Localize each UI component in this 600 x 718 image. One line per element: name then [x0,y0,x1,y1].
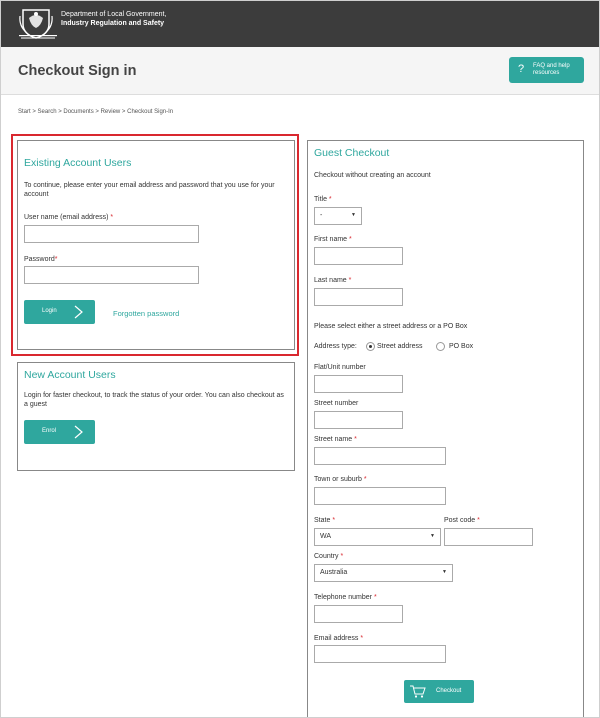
chevron-right-icon [74,425,83,439]
street-number-input[interactable] [315,414,402,431]
page-header: Checkout Sign in ? FAQ and help resource… [1,47,599,95]
town-suburb-input[interactable] [315,490,445,507]
postcode-input[interactable] [445,531,532,548]
page: Department of Local Government, Industry… [0,0,600,718]
flat-unit-label: Flat/Unit number [314,364,366,371]
address-prompt: Please select either a street address or… [314,323,468,330]
last-name-input[interactable] [315,291,402,308]
checkout-button[interactable]: Checkout [404,680,474,703]
flat-unit-input[interactable] [315,378,402,395]
street-name-field[interactable] [314,447,446,467]
title-selected-value: - [320,212,323,219]
email-input[interactable] [315,648,445,665]
postcode-label: Post code * [444,517,480,524]
question-icon: ? [518,63,525,75]
first-name-input[interactable] [315,250,402,267]
faq-help-button[interactable]: ? FAQ and help resources [509,57,584,83]
town-suburb-field[interactable] [314,487,446,507]
po-box-option-label: PO Box [449,343,474,350]
department-line-2: Industry Regulation and Safety [61,20,165,27]
shopping-cart-icon [410,685,426,698]
street-number-label: Street number [314,400,359,407]
top-bar: Department of Local Government, Industry… [1,1,599,47]
chevron-right-icon [74,305,83,319]
country-label: Country * [314,553,344,560]
state-selected-value: WA [320,533,332,540]
username-label: User name (email address) * [24,214,114,221]
last-name-label: Last name * [314,277,352,284]
department-line-1: Department of Local Government, [61,11,167,18]
login-label: Login [42,308,57,314]
breadcrumb-search[interactable]: Search [38,109,57,115]
street-name-label: Street name * [314,436,357,443]
login-button[interactable]: Login [24,300,95,324]
town-suburb-label: Town or suburb * [314,476,367,483]
street-name-input[interactable] [315,450,445,467]
street-address-radio[interactable] [366,342,375,351]
enrol-button[interactable]: Enrol [24,420,95,444]
chevron-down-icon: ▼ [351,212,356,218]
new-account-heading: New Account Users [24,369,116,381]
guest-checkout-panel: Guest Checkout Checkout without creating… [307,140,584,717]
breadcrumb-review[interactable]: Review [101,109,121,115]
state-select[interactable]: WA ▼ [314,528,441,546]
page-title: Checkout Sign in [18,63,137,79]
telephone-field[interactable] [314,605,403,625]
password-input[interactable] [25,269,198,286]
department-name: Department of Local Government, Industry… [61,10,166,28]
crest-caption-icon [19,35,57,39]
state-label: State * [314,517,336,524]
email-field[interactable] [314,645,446,665]
new-account-intro: Login for faster checkout, to track the … [24,392,284,408]
last-name-field[interactable] [314,288,403,308]
breadcrumb-current: Checkout Sign-In [127,109,174,115]
telephone-label: Telephone number * [314,594,377,601]
country-selected-value: Australia [320,569,348,576]
postcode-field[interactable] [444,528,533,548]
guest-checkout-heading: Guest Checkout [314,147,390,159]
existing-account-panel: Existing Account Users To continue, plea… [17,140,295,350]
breadcrumb-documents[interactable]: Documents [63,109,93,115]
email-label: Email address * [314,635,364,642]
flat-unit-field[interactable] [314,375,403,395]
street-address-option-label: Street address [377,343,423,350]
po-box-radio[interactable] [436,342,445,351]
existing-account-intro: To continue, please enter your email add… [24,182,275,198]
faq-help-label: FAQ and help resources [533,63,570,76]
username-field[interactable] [24,225,199,245]
first-name-field[interactable] [314,247,403,267]
username-input[interactable] [25,228,198,245]
title-label: Title * [314,196,332,203]
first-name-label: First name * [314,236,352,243]
title-select[interactable]: - ▼ [314,207,362,225]
existing-account-heading: Existing Account Users [24,157,132,169]
guest-checkout-intro: Checkout without creating an account [314,172,431,179]
telephone-input[interactable] [315,608,402,625]
breadcrumb: Start > Search > Documents > Review > Ch… [18,109,174,115]
breadcrumb-start[interactable]: Start [18,109,31,115]
street-number-field[interactable] [314,411,403,431]
forgotten-password-link[interactable]: Forgotten password [113,309,179,318]
enrol-label: Enrol [42,428,57,434]
password-label: Password* [24,256,58,263]
chevron-down-icon: ▼ [442,569,447,575]
new-account-panel: New Account Users Login for faster check… [17,362,295,471]
chevron-down-icon: ▼ [430,533,435,539]
checkout-label: Checkout [436,688,462,694]
country-select[interactable]: Australia ▼ [314,564,453,582]
password-field[interactable] [24,266,199,286]
address-type-label: Address type: [314,343,357,350]
